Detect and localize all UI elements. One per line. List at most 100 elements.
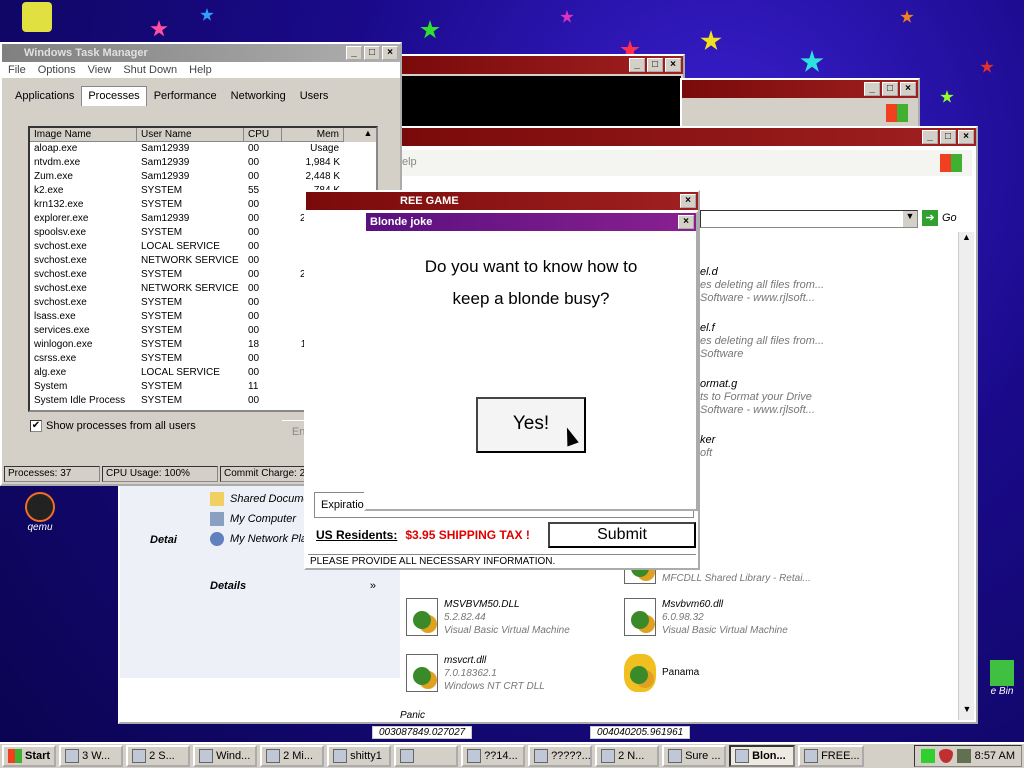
shield-tray-icon[interactable] <box>938 749 953 763</box>
taskbar-item[interactable]: Wind... <box>193 745 258 767</box>
table-cell: SYSTEM <box>141 227 183 238</box>
residents-label: US Residents: <box>316 528 398 542</box>
maximize-button[interactable]: □ <box>647 58 663 72</box>
taskbar-item[interactable]: shitty1 <box>327 745 392 767</box>
tab-processes[interactable]: Processes <box>81 86 147 106</box>
taskbar-item[interactable]: ??14... <box>461 745 526 767</box>
taskbar-item[interactable]: 2 Mi... <box>260 745 325 767</box>
menu-item-file[interactable]: File <box>8 64 26 76</box>
shared-documents-link[interactable]: Shared Docume <box>210 492 310 506</box>
handshake-icon <box>624 654 656 692</box>
title-bar[interactable]: REE GAME × <box>306 192 698 210</box>
address-bar[interactable]: ▼ <box>700 210 918 228</box>
file-item[interactable]: MSVBVM50.DLL 5.2.82.44 Visual Basic Virtua… <box>406 598 570 637</box>
network-tray-icon[interactable] <box>920 749 935 763</box>
table-cell: 00 <box>248 353 260 364</box>
chevron-double-down-icon[interactable]: » <box>370 580 376 592</box>
column-header[interactable]: Image Name <box>30 128 137 142</box>
menu-item-shut-down[interactable]: Shut Down <box>123 64 177 76</box>
taskbar-item[interactable]: ?????... <box>528 745 593 767</box>
file-item[interactable]: Msvbvm60.dll 6.0.98.32 Visual Basic Virtua… <box>624 598 788 637</box>
minimize-button[interactable]: _ <box>864 82 880 96</box>
go-button[interactable]: ➔ Go <box>922 210 957 226</box>
status-cpu: CPU Usage: 100% <box>102 466 218 482</box>
close-button[interactable]: × <box>678 215 694 229</box>
minimize-button[interactable]: _ <box>629 58 645 72</box>
printer-tray-icon[interactable] <box>956 749 971 763</box>
show-all-checkbox[interactable]: ✔ Show processes from all users <box>30 420 196 432</box>
taskbar-item[interactable]: 3 W... <box>59 745 124 767</box>
taskbar-item-label: 2 S... <box>149 750 175 762</box>
help-menu[interactable]: elp <box>402 156 417 168</box>
table-row[interactable]: ntvdm.exe Sam12939 00 1,984 K <box>30 156 376 170</box>
file-name[interactable]: 004040205.961961 <box>590 726 691 739</box>
black-window[interactable]: _ □ × <box>395 54 685 134</box>
close-button[interactable]: × <box>958 130 974 144</box>
file-item[interactable]: el.f es deleting all files from... Softwar… <box>700 322 900 361</box>
file-item[interactable]: Panama <box>624 654 699 692</box>
decor-star <box>800 50 824 72</box>
scroll-up-icon[interactable]: ▲ <box>959 232 974 248</box>
file-description: oft <box>700 447 713 459</box>
scroll-up-icon[interactable]: ▲ <box>360 128 376 142</box>
table-cell: svchost.exe <box>34 283 87 294</box>
explorer-scrollbar[interactable]: ▲ ▼ <box>958 232 974 720</box>
menu-item-view[interactable]: View <box>88 64 112 76</box>
maximize-button[interactable]: □ <box>364 46 380 60</box>
my-computer-link[interactable]: My Computer <box>210 512 296 526</box>
title-bar[interactable]: _ □ × <box>397 56 683 74</box>
tab-performance[interactable]: Performance <box>147 86 224 106</box>
title-bar[interactable]: _ □ × <box>400 128 976 146</box>
taskbar-item[interactable]: FREE... <box>798 745 865 767</box>
desktop-icon-top[interactable] <box>22 2 52 32</box>
file-item[interactable]: msvcrt.dll 7.0.18362.1 Windows NT CRT DLL <box>406 654 545 693</box>
panic-file[interactable]: Panic <box>400 710 425 721</box>
taskbar-item[interactable]: Blon... <box>729 745 796 767</box>
table-cell: 00 <box>248 325 260 336</box>
title-bar[interactable]: Windows Task Manager _ □ × <box>2 44 400 62</box>
details-header[interactable]: Details » <box>210 580 376 592</box>
maximize-button[interactable]: □ <box>882 82 898 96</box>
table-cell: svchost.exe <box>34 255 87 266</box>
column-header[interactable]: User Name <box>137 128 244 142</box>
close-button[interactable]: × <box>382 46 398 60</box>
desktop-icon-qemu[interactable]: qemu <box>20 492 60 533</box>
maximize-button[interactable]: □ <box>940 130 956 144</box>
submit-button[interactable]: Submit <box>548 522 696 548</box>
blonde-joke-dialog[interactable]: Blonde joke × Do you want to know how to… <box>364 211 698 511</box>
taskbar-item[interactable]: Sure ... <box>662 745 727 767</box>
scroll-down-icon[interactable]: ▼ <box>959 704 975 720</box>
column-header[interactable]: Mem Usage <box>282 128 344 154</box>
table-row[interactable]: aloap.exe Sam12939 00 <box>30 142 376 156</box>
file-item[interactable]: el.d es deleting all files from... Softwar… <box>700 266 900 305</box>
tab-users[interactable]: Users <box>293 86 336 106</box>
start-button[interactable]: Start <box>2 745 57 767</box>
my-network-link[interactable]: My Network Pla <box>210 532 307 546</box>
table-cell: alg.exe <box>34 367 67 378</box>
minimize-button[interactable]: _ <box>346 46 362 60</box>
file-name[interactable]: 003087849.027027 <box>372 726 473 739</box>
close-button[interactable]: × <box>665 58 681 72</box>
close-button[interactable]: × <box>900 82 916 96</box>
file-item[interactable]: ker oft <box>700 434 900 460</box>
chevron-down-icon[interactable]: ▼ <box>903 211 917 227</box>
app-icon <box>467 749 482 763</box>
taskbar-item[interactable] <box>394 745 459 767</box>
file-item[interactable]: ormat.g ts to Format your Drive Software -… <box>700 378 900 417</box>
minimize-button[interactable]: _ <box>922 130 938 144</box>
close-button[interactable]: × <box>680 194 696 208</box>
folder-icon <box>210 492 224 506</box>
desktop-icon-recycle-bin[interactable]: e Bin <box>980 660 1024 697</box>
title-bar[interactable]: Blonde joke × <box>366 213 696 231</box>
decor-star <box>940 90 954 103</box>
file-version: 6.0.98.32 <box>662 612 704 623</box>
menu-item-options[interactable]: Options <box>38 64 76 76</box>
tab-networking[interactable]: Networking <box>224 86 293 106</box>
column-header[interactable]: CPU <box>244 128 282 142</box>
title-bar[interactable]: _ □ × <box>682 80 918 98</box>
tab-applications[interactable]: Applications <box>8 86 81 106</box>
table-row[interactable]: Zum.exe Sam12939 00 2,448 K <box>30 170 376 184</box>
taskbar-item[interactable]: 2 N... <box>595 745 660 767</box>
taskbar-item[interactable]: 2 S... <box>126 745 191 767</box>
menu-item-help[interactable]: Help <box>189 64 212 76</box>
